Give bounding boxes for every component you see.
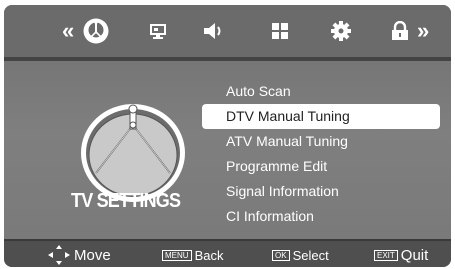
menu-item-atv-manual-tuning[interactable]: ATV Manual Tuning bbox=[202, 129, 440, 154]
speaker-icon bbox=[204, 23, 221, 39]
scroll-left-arrow[interactable]: « bbox=[62, 20, 74, 42]
menu-item-ci-information[interactable]: CI Information bbox=[202, 204, 440, 229]
hint-quit: EXIT Quit bbox=[374, 244, 428, 266]
hint-select: OK Select bbox=[272, 244, 329, 266]
page-title: TV SETTINGS bbox=[71, 189, 181, 212]
footer-hint-bar: Move MENU Back OK Select EXIT Quit bbox=[4, 239, 451, 267]
tab-picture[interactable] bbox=[144, 17, 172, 45]
hint-move: Move bbox=[48, 244, 111, 266]
gear-icon bbox=[331, 21, 351, 41]
scroll-right-arrow[interactable]: » bbox=[417, 20, 429, 42]
ok-key-icon: OK bbox=[272, 249, 290, 261]
tab-sound[interactable] bbox=[200, 17, 228, 45]
menu-item-auto-scan[interactable]: Auto Scan bbox=[202, 79, 440, 104]
hint-back: MENU Back bbox=[162, 244, 223, 266]
satellite-dish-icon bbox=[83, 18, 109, 44]
menu-key-icon: MENU bbox=[162, 249, 192, 261]
settings-menu: Auto Scan DTV Manual Tuning ATV Manual T… bbox=[202, 79, 440, 229]
hint-select-label: Select bbox=[292, 247, 329, 263]
picture-icon bbox=[150, 24, 166, 39]
main-panel: TV SETTINGS Auto Scan DTV Manual Tuning … bbox=[4, 61, 451, 239]
menu-item-signal-information[interactable]: Signal Information bbox=[202, 179, 440, 204]
tab-tv-settings[interactable] bbox=[82, 17, 110, 45]
menu-item-programme-edit[interactable]: Programme Edit bbox=[202, 154, 440, 179]
grid-icon bbox=[272, 23, 288, 39]
lock-icon bbox=[392, 21, 408, 40]
exit-key-icon: EXIT bbox=[374, 249, 398, 261]
hint-move-label: Move bbox=[74, 246, 111, 264]
satellite-dish-icon bbox=[81, 104, 185, 202]
menu-item-dtv-manual-tuning[interactable]: DTV Manual Tuning bbox=[202, 104, 440, 129]
direction-arrows-icon bbox=[48, 245, 70, 265]
tab-setup[interactable] bbox=[327, 17, 355, 45]
hint-back-label: Back bbox=[194, 247, 224, 263]
tab-channel[interactable] bbox=[266, 17, 294, 45]
tv-settings-screen: « » TV SETTINGS Auto Scan DTV Manual Tun… bbox=[4, 5, 451, 267]
tab-lock[interactable] bbox=[386, 17, 414, 45]
category-bar: « » bbox=[4, 5, 451, 57]
hint-quit-label: Quit bbox=[400, 246, 429, 264]
